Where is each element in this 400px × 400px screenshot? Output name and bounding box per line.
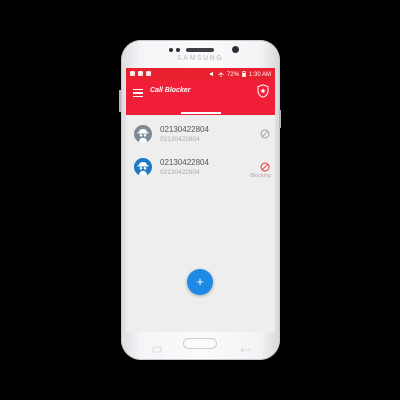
- contact-subtitle: 02130422804: [160, 136, 200, 143]
- app-title: Call Blocker: [150, 87, 191, 94]
- contact-number: 02130422804: [160, 125, 209, 134]
- list-item[interactable]: 02130422804 02130422804: [126, 121, 275, 154]
- message-icon: [130, 71, 135, 76]
- block-icon[interactable]: [260, 159, 270, 172]
- battery-percent: 72%: [226, 72, 239, 78]
- recent-apps-key[interactable]: [150, 340, 164, 353]
- tab-indicator: [181, 112, 221, 114]
- list-item[interactable]: 02130422804 02130422804 Blocking: [126, 154, 275, 187]
- volume-key: [119, 90, 121, 112]
- battery-icon: [241, 71, 246, 79]
- avatar: [134, 158, 152, 176]
- status-label: Blocking: [250, 173, 271, 179]
- proximity-sensor: [169, 48, 173, 52]
- block-icon[interactable]: [260, 126, 270, 139]
- app-bar: Call Blocker: [126, 81, 275, 115]
- avatar: [134, 125, 152, 143]
- clock: 1:30 AM: [248, 72, 271, 78]
- screen: 72% 1:30 AM Call Blocker 02130422804 021…: [126, 68, 275, 332]
- back-key[interactable]: [238, 340, 252, 353]
- mute-icon: [209, 71, 215, 79]
- status-bar: 72% 1:30 AM: [126, 68, 275, 81]
- airplane-mode-icon: [217, 71, 224, 79]
- add-button[interactable]: +: [187, 269, 213, 295]
- home-button[interactable]: [183, 338, 217, 349]
- contact-subtitle: 02130422804: [160, 169, 200, 176]
- front-camera: [232, 46, 239, 53]
- earpiece-speaker: [186, 48, 214, 52]
- menu-icon[interactable]: [133, 89, 143, 97]
- contact-number: 02130422804: [160, 158, 209, 167]
- device-brand: SAMSUNG: [176, 55, 224, 62]
- power-key: [279, 110, 281, 128]
- light-sensor: [176, 48, 180, 52]
- shield-icon[interactable]: [257, 84, 269, 98]
- notification-icons: [130, 71, 151, 76]
- system-icons: 72% 1:30 AM: [209, 71, 271, 79]
- image-icon: [138, 71, 143, 76]
- gallery-icon: [146, 71, 151, 76]
